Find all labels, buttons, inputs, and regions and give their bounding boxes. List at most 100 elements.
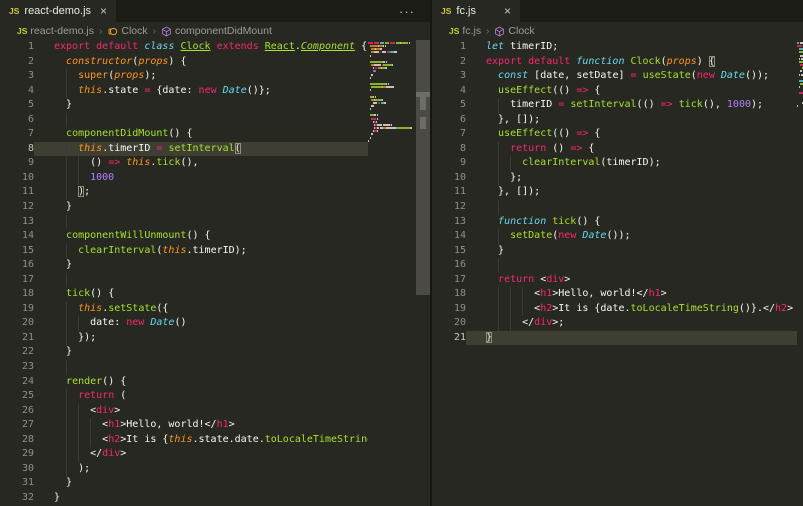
line-number: 22 (0, 345, 34, 360)
code-line[interactable]: 10 1000 (0, 171, 368, 186)
code-line[interactable]: 3 const [date, setDate] = useState(new D… (432, 69, 797, 84)
code-line[interactable]: 8 return () => { (432, 142, 797, 157)
code-line[interactable]: 22 } (0, 345, 368, 360)
minimap-line-mark (392, 64, 393, 66)
code-token: } (54, 99, 72, 110)
code-line[interactable]: 13 (0, 215, 368, 230)
editor-group-right: JS fc.js × JSfc.js›Clock 1let timerID;2e… (432, 0, 803, 506)
code-line[interactable]: 14 componentWillUnmount() { (0, 229, 368, 244)
minimap-line-mark (385, 45, 386, 47)
code-line[interactable]: 1export default class Clock extends Reac… (0, 40, 368, 55)
code-line[interactable]: 4 this.state = {date: new Date()}; (0, 84, 368, 99)
code-token (486, 216, 498, 227)
code-line[interactable]: 4 useEffect(() => { (432, 84, 797, 99)
breadcrumb-item-clock[interactable]: Clock (107, 25, 147, 37)
code-line[interactable]: 12 } (0, 200, 368, 215)
line-number: 30 (0, 462, 34, 477)
indent-guide (66, 156, 67, 171)
code-line[interactable]: 11 ); (0, 185, 368, 200)
line-number: 10 (432, 171, 466, 186)
indent-guide (498, 302, 499, 317)
code-line[interactable]: 5 } (0, 98, 368, 113)
code-token: Component (301, 41, 355, 52)
code-line[interactable]: 16 (432, 258, 797, 273)
code-line[interactable]: 23 (0, 360, 368, 375)
code-line[interactable]: 17 (0, 273, 368, 288)
code-line[interactable]: 6 (0, 113, 368, 128)
line-number: 4 (0, 84, 34, 99)
breadcrumb-item-react-demo-js[interactable]: JSreact-demo.js (17, 25, 94, 37)
line-number: 8 (0, 142, 34, 157)
line-content: } (34, 491, 368, 506)
indent-guide (66, 360, 67, 375)
code-line[interactable]: 7 componentDidMount() { (0, 127, 368, 142)
code-line[interactable]: 32} (0, 491, 368, 506)
code-line[interactable]: 5 timerID = setInterval(() => tick(), 10… (432, 98, 797, 113)
minimap[interactable] (797, 40, 803, 506)
code-line[interactable]: 7 useEffect(() => { (432, 127, 797, 142)
breadcrumb-item-clock[interactable]: Clock (494, 25, 534, 37)
code-line[interactable]: 8 this.timerID = setInterval( (0, 142, 368, 157)
code-line[interactable]: 20 </div>; (432, 316, 797, 331)
breadcrumb-label: Clock (508, 25, 534, 37)
minimap[interactable] (368, 40, 412, 506)
breadcrumb-label: Clock (121, 25, 147, 37)
code-line[interactable]: 11 }, []); (432, 185, 797, 200)
editor-actions-more-icon[interactable]: ··· (399, 5, 430, 18)
vertical-scrollbar[interactable] (416, 40, 430, 506)
indent-guide (78, 171, 79, 186)
code-line[interactable]: 2export default function Clock(props) { (432, 55, 797, 70)
breadcrumb-item-fc-js[interactable]: JSfc.js (449, 25, 481, 37)
line-number: 19 (432, 302, 466, 317)
code-line[interactable]: 27 <h1>Hello, world!</h1> (0, 418, 368, 433)
code-line[interactable]: 9 () => this.tick(), (0, 156, 368, 171)
indent-guide (66, 244, 67, 259)
minimap-line-mark (396, 127, 410, 129)
code-token: useEffect (498, 85, 552, 96)
code-token (486, 157, 522, 168)
code-editor[interactable]: 1export default class Clock extends Reac… (0, 40, 368, 506)
code-line[interactable]: 10 }; (432, 171, 797, 186)
code-line[interactable]: 9 clearInterval(timerID); (432, 156, 797, 171)
tab-fc-js[interactable]: JS fc.js × (432, 0, 521, 22)
minimap-line-mark (799, 58, 801, 60)
minimap-line-mark (374, 51, 379, 53)
code-line[interactable]: 15 clearInterval(this.timerID); (0, 244, 368, 259)
code-editor[interactable]: 1let timerID;2export default function Cl… (432, 40, 797, 506)
code-line[interactable]: 12 (432, 200, 797, 215)
code-line[interactable]: 16 } (0, 258, 368, 273)
code-line[interactable]: 18 <h1>Hello, world!</h1> (432, 287, 797, 302)
code-line[interactable]: 14 setDate(new Date()); (432, 229, 797, 244)
code-line[interactable]: 6 }, []); (432, 113, 797, 128)
code-line[interactable]: 19 <h2>It is {date.toLocaleTimeString()}… (432, 302, 797, 317)
tab-close-icon[interactable]: × (504, 5, 511, 17)
indent-guide (510, 302, 511, 317)
code-line[interactable]: 2 constructor(props) { (0, 55, 368, 70)
code-line[interactable]: 26 <div> (0, 404, 368, 419)
code-line[interactable]: 1let timerID; (432, 40, 797, 55)
code-line[interactable]: 21} (432, 331, 797, 346)
minimap-line-mark (800, 70, 802, 72)
tab-close-icon[interactable]: × (100, 5, 107, 17)
breadcrumb-item-componentdidmount[interactable]: componentDidMount (161, 25, 272, 37)
indent-guide (66, 69, 67, 84)
code-line[interactable]: 24 render() { (0, 375, 368, 390)
code-line[interactable]: 18 tick() { (0, 287, 368, 302)
code-line[interactable]: 25 return ( (0, 389, 368, 404)
code-line[interactable]: 19 this.setState({ (0, 302, 368, 317)
code-line[interactable]: 3 super(props); (0, 69, 368, 84)
code-line[interactable]: 30 ); (0, 462, 368, 477)
code-line[interactable]: 13 function tick() { (432, 215, 797, 230)
code-line[interactable]: 28 <h2>It is {this.state.date.toLocaleTi… (0, 433, 368, 448)
code-line[interactable]: 29 </div> (0, 447, 368, 462)
code-line[interactable]: 15 } (432, 244, 797, 259)
code-token: } (54, 201, 72, 212)
code-line[interactable]: 20 date: new Date() (0, 316, 368, 331)
code-line[interactable]: 21 }); (0, 331, 368, 346)
symbol-method-icon (494, 26, 505, 37)
scrollbar-slider[interactable] (416, 40, 430, 295)
tab-react-demo-js[interactable]: JS react-demo.js × (0, 0, 117, 22)
code-line[interactable]: 17 return <div> (432, 273, 797, 288)
line-content: ); (34, 185, 368, 200)
code-line[interactable]: 31 } (0, 476, 368, 491)
